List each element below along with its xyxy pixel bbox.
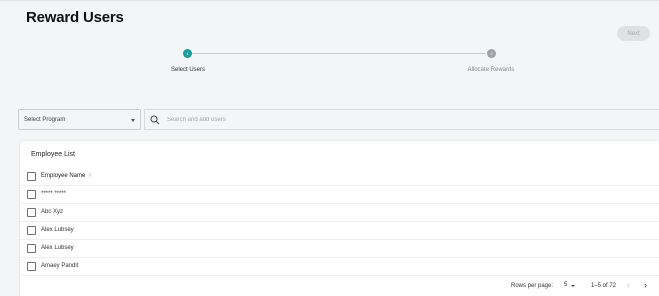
employee-name: Amaey Pandit xyxy=(41,263,79,269)
rows-per-page-select[interactable]: 5 xyxy=(564,282,567,288)
previous-page-icon[interactable]: ‹ xyxy=(627,280,630,290)
pagination-footer: Rows per page: 5 1–5 of 72 ‹ › xyxy=(20,276,659,296)
employee-name: Abc Xyz xyxy=(41,209,64,215)
step-1-label: Select Users xyxy=(170,67,206,73)
pagination-range: 1–5 of 72 xyxy=(591,283,617,289)
top-divider xyxy=(0,0,659,1)
caret-down-icon[interactable] xyxy=(571,285,575,287)
search-icon xyxy=(150,115,160,125)
program-select[interactable]: Select Program xyxy=(18,109,141,130)
table-row[interactable]: Abc Xyz xyxy=(20,204,659,222)
caret-down-icon xyxy=(131,119,135,122)
search-box[interactable] xyxy=(144,109,659,130)
employee-name: Alex Lubsey xyxy=(41,227,74,233)
row-checkbox[interactable] xyxy=(27,226,36,235)
next-page-icon[interactable]: › xyxy=(644,280,647,290)
next-button[interactable]: Next xyxy=(617,26,650,41)
row-checkbox[interactable] xyxy=(27,208,36,217)
table-header-row: Employee Name ↑ xyxy=(20,168,659,186)
table-row[interactable]: Alex Lubsey xyxy=(20,240,659,258)
table-row[interactable]: Amaey Pandit xyxy=(20,258,659,276)
program-select-label: Select Program xyxy=(24,116,66,123)
row-checkbox[interactable] xyxy=(27,190,36,199)
employee-list-card: Employee List Employee Name ↑ ***** *****… xyxy=(20,141,659,296)
rows-per-page-label: Rows per page: xyxy=(511,283,554,289)
table-row[interactable]: ***** ***** xyxy=(20,186,659,204)
employee-list-title: Employee List xyxy=(31,151,75,158)
column-header-label: Employee Name xyxy=(41,173,86,179)
employee-name: ***** ***** xyxy=(41,191,67,197)
page-title: Reward Users xyxy=(26,9,124,26)
employee-name: Alex Lubsey xyxy=(41,245,74,251)
table-row[interactable]: Alex Lubsey xyxy=(20,222,659,240)
stepper-connector xyxy=(192,53,486,54)
step-1-indicator: 1 xyxy=(183,49,192,58)
step-2-label: Allocate Rewards xyxy=(467,67,515,73)
select-all-checkbox[interactable] xyxy=(27,172,36,181)
sort-ascending-icon[interactable]: ↑ xyxy=(88,173,91,179)
step-2-indicator: 2 xyxy=(487,49,496,58)
search-input[interactable] xyxy=(167,113,567,126)
row-checkbox[interactable] xyxy=(27,244,36,253)
column-header-employee-name[interactable]: Employee Name ↑ xyxy=(41,173,91,179)
row-checkbox[interactable] xyxy=(27,262,36,271)
